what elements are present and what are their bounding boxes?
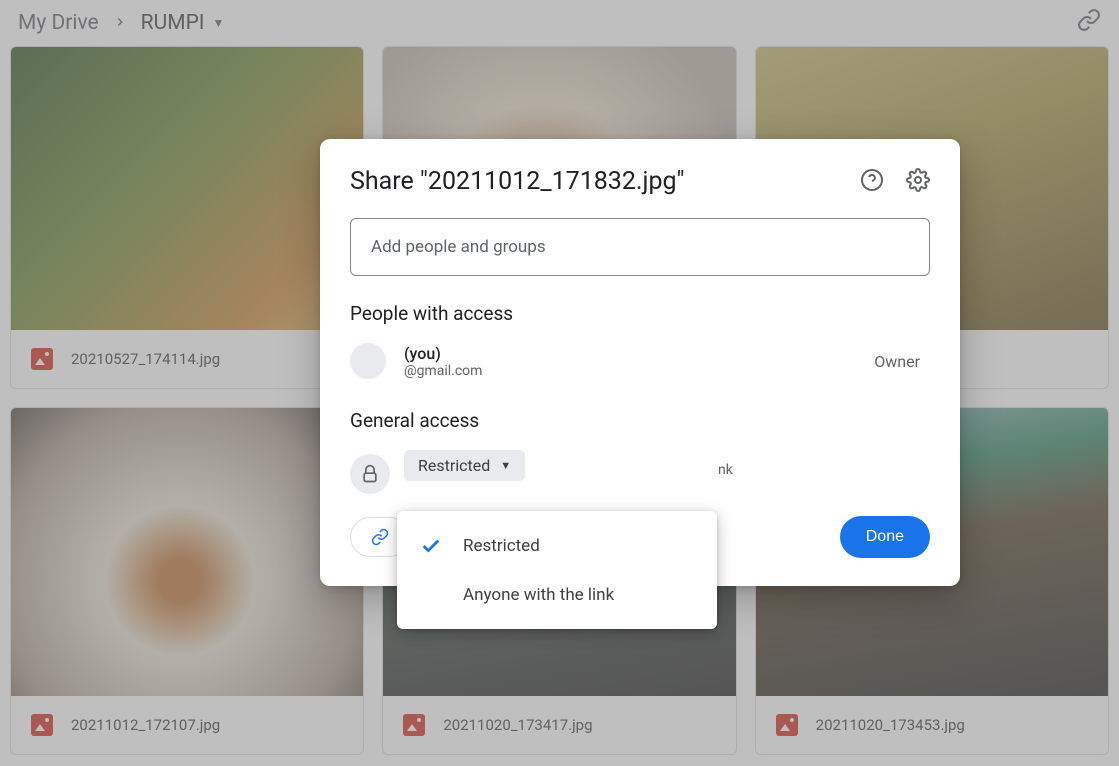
dialog-title: Share "20211012_171832.jpg" xyxy=(350,167,685,196)
person-email: @gmail.com xyxy=(404,363,482,379)
access-level-label: Restricted xyxy=(418,456,490,475)
add-people-input[interactable]: Add people and groups xyxy=(350,218,930,276)
menu-item-label: Anyone with the link xyxy=(463,585,614,605)
dialog-header: Share "20211012_171832.jpg" xyxy=(350,167,930,196)
access-level-description-tail: nk xyxy=(714,462,754,478)
check-icon xyxy=(419,535,443,557)
menu-item-anyone-with-link[interactable]: Anyone with the link xyxy=(397,571,717,619)
person-row: (you) @gmail.com Owner xyxy=(350,343,930,379)
help-icon[interactable] xyxy=(860,168,884,196)
avatar xyxy=(350,343,386,379)
general-access-row: Restricted ▼ nk xyxy=(350,450,930,494)
lock-icon xyxy=(350,454,390,494)
general-access-heading: General access xyxy=(350,409,930,432)
caret-down-icon: ▼ xyxy=(500,459,511,472)
person-role: Owner xyxy=(874,352,920,371)
menu-item-label: Restricted xyxy=(463,536,540,556)
person-name: (you) xyxy=(404,344,482,363)
access-level-menu: Restricted Anyone with the link xyxy=(397,511,717,629)
people-with-access-heading: People with access xyxy=(350,302,930,325)
done-button[interactable]: Done xyxy=(840,516,930,558)
menu-item-restricted[interactable]: Restricted xyxy=(397,521,717,571)
gear-icon[interactable] xyxy=(906,168,930,196)
access-level-select[interactable]: Restricted ▼ xyxy=(404,450,525,481)
